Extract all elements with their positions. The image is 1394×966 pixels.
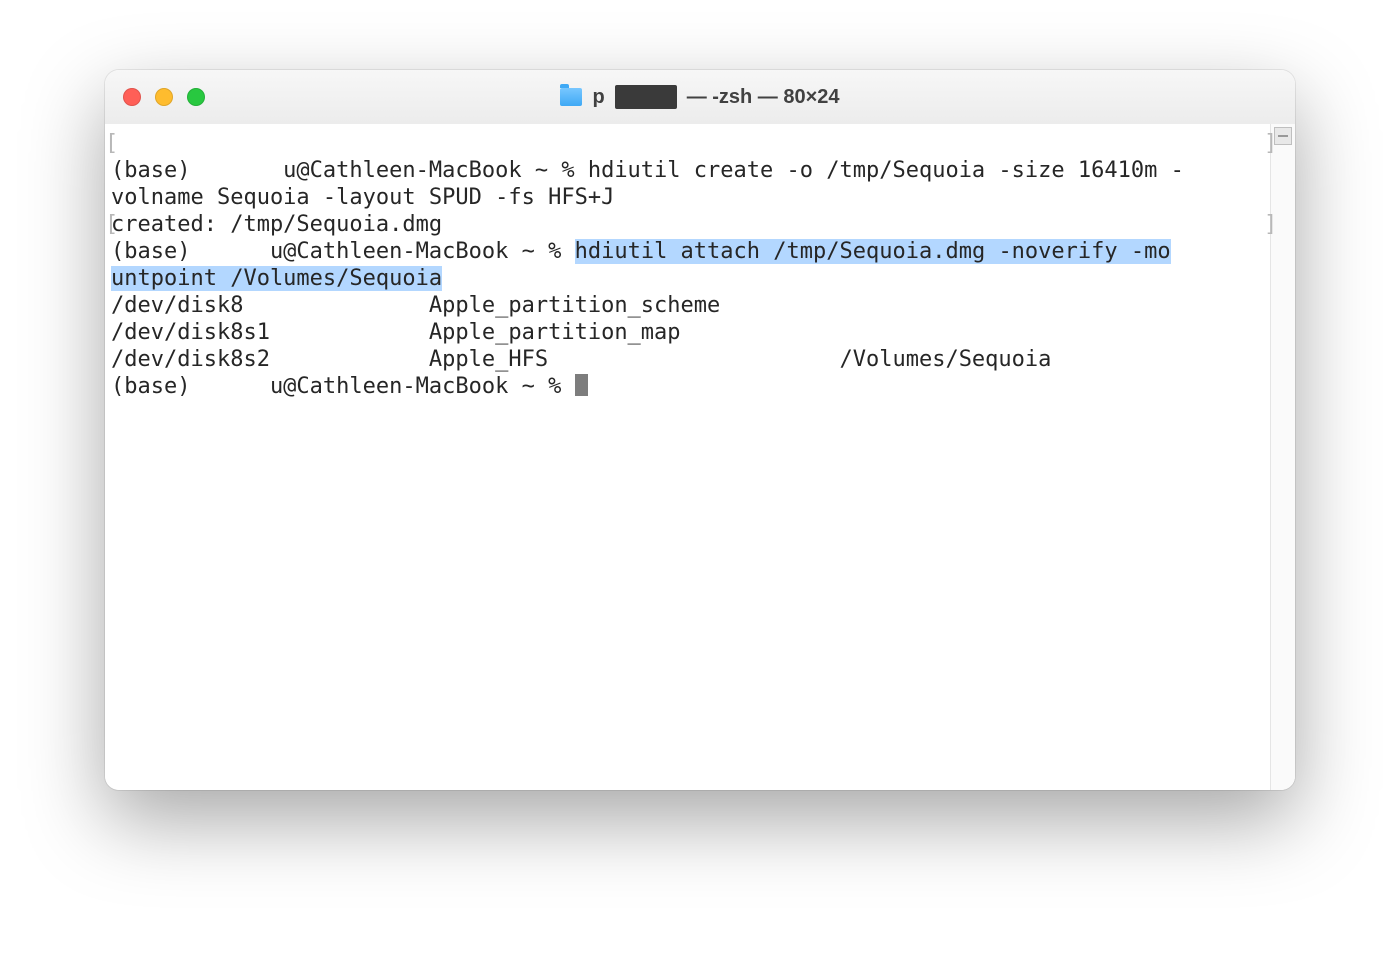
- terminal-line: volname Sequoia -layout SPUD -fs HFS+J: [111, 185, 614, 210]
- title-prefix: p: [592, 86, 604, 109]
- terminal-line: created: /tmp/Sequoia.dmg: [111, 212, 442, 237]
- terminal-prompt[interactable]: (base) u@Cathleen-MacBook ~ %: [111, 374, 575, 399]
- cursor-icon: [575, 374, 588, 396]
- terminal-line: /dev/disk8 Apple_partition_scheme: [111, 293, 720, 318]
- folder-icon: [560, 88, 582, 106]
- window-title: p — -zsh — 80×24: [105, 85, 1295, 109]
- terminal-body[interactable]: [ ] [ ] (base) u@Cathleen-MacBook ~ % hd…: [105, 124, 1295, 790]
- zoom-icon[interactable]: [187, 88, 205, 106]
- terminal-line: (base) u@Cathleen-MacBook ~ % hdiutil cr…: [111, 158, 1184, 183]
- wrap-marker-left: [: [105, 211, 112, 238]
- title-suffix: — -zsh — 80×24: [687, 86, 840, 109]
- wrap-marker-right: ]: [1264, 211, 1271, 238]
- terminal-window: p — -zsh — 80×24 [ ] [ ] (base) u@Cathle…: [105, 70, 1295, 790]
- terminal-line: /dev/disk8s2 Apple_HFS /Volumes/Sequoia: [111, 347, 1051, 372]
- wrap-marker-right: ]: [1264, 130, 1271, 157]
- terminal-line: /dev/disk8s1 Apple_partition_map: [111, 320, 681, 345]
- wrap-marker-left: [: [105, 130, 112, 157]
- terminal-output[interactable]: (base) u@Cathleen-MacBook ~ % hdiutil cr…: [105, 124, 1295, 433]
- close-icon[interactable]: [123, 88, 141, 106]
- terminal-line: (base) u@Cathleen-MacBook ~ %: [111, 239, 575, 264]
- terminal-selection[interactable]: untpoint /Volumes/Sequoia: [111, 266, 442, 291]
- minimize-icon[interactable]: [155, 88, 173, 106]
- terminal-selection[interactable]: hdiutil attach /tmp/Sequoia.dmg -noverif…: [575, 239, 1171, 264]
- traffic-lights: [123, 88, 205, 106]
- titlebar[interactable]: p — -zsh — 80×24: [105, 70, 1295, 125]
- title-redacted: [615, 85, 677, 109]
